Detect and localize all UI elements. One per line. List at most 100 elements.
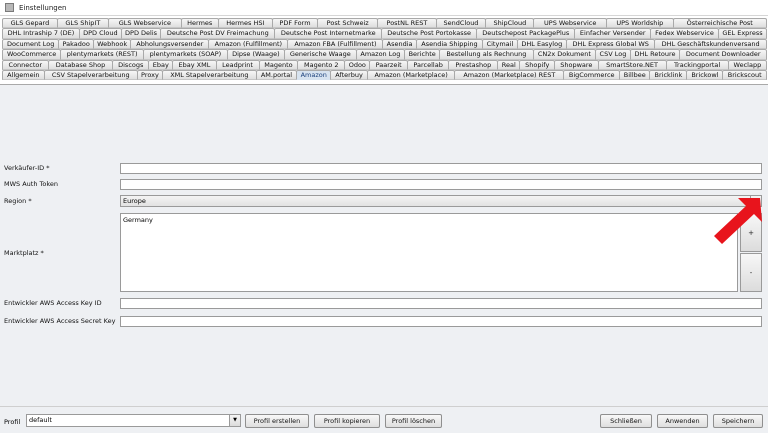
chevron-down-icon[interactable]: ▼ xyxy=(229,415,240,426)
tab-amazon-fba-fulfillment[interactable]: Amazon FBA (Fulfillment) xyxy=(287,38,384,50)
anwenden-button[interactable]: Anwenden xyxy=(657,414,708,428)
tab-einfacher-versender[interactable]: Einfacher Versender xyxy=(574,28,652,39)
tab-hermes-hsi[interactable]: Hermes HSI xyxy=(217,18,273,29)
tab-smartstore-net[interactable]: SmartStore.NET xyxy=(597,59,667,70)
tab-amazon[interactable]: Amazon xyxy=(296,69,332,81)
profil-loeschen-button[interactable]: Profil löschen xyxy=(385,414,442,428)
tab-post-schweiz[interactable]: Post Schweiz xyxy=(316,18,379,29)
tab-citymail[interactable]: Citymail xyxy=(482,38,518,50)
tab-brickscout[interactable]: Brickscout xyxy=(722,69,767,81)
tab-asendia-shipping[interactable]: Asendia Shipping xyxy=(415,38,484,50)
tab-odoo[interactable]: Odoo xyxy=(344,59,371,70)
tab-proxy[interactable]: Proxy xyxy=(136,69,164,81)
tab-xml-stapelverarbeitung[interactable]: XML Stapelverarbeitung xyxy=(162,69,257,81)
tab-deutschepost-packageplus[interactable]: Deutschepost PackagePlus xyxy=(476,28,576,39)
tab-allgemein[interactable]: Allgemein xyxy=(2,69,45,81)
tab-ebay[interactable]: Ebay xyxy=(148,59,174,70)
tab-pakadoo[interactable]: Pakadoo xyxy=(58,38,94,50)
tab-fedex-webservice[interactable]: Fedex Webservice xyxy=(650,28,719,39)
tab-deutsche-post-dv-freimachung[interactable]: Deutsche Post DV Freimachung xyxy=(160,28,276,39)
tab-ebay-xml[interactable]: Ebay XML xyxy=(172,59,217,70)
region-select[interactable]: Europe ▼ xyxy=(120,195,762,207)
tab-gls-gepard[interactable]: GLS Gepard xyxy=(2,18,58,29)
tab-amazon-log[interactable]: Amazon Log xyxy=(355,49,406,60)
tab-real[interactable]: Real xyxy=(497,59,521,70)
tab-deutsche-post-internetmarke[interactable]: Deutsche Post Internetmarke xyxy=(274,28,383,39)
verkaeufer-id-input[interactable] xyxy=(120,163,762,174)
aws-secret-key-input[interactable] xyxy=(120,316,762,327)
speichern-button[interactable]: Speichern xyxy=(713,414,763,428)
tab-parcellab[interactable]: Parcellab xyxy=(406,59,450,70)
tab-shipcloud[interactable]: ShipCloud xyxy=(485,18,535,29)
tab-plentymarkets-soap[interactable]: plentymarkets (SOAP) xyxy=(143,49,228,60)
tab-connector[interactable]: Connector xyxy=(2,59,49,70)
tab-discogs[interactable]: Discogs xyxy=(112,59,150,70)
tab-amazon-marketplace-rest[interactable]: Amazon (Marketplace) REST xyxy=(454,69,565,81)
tab-pdf-form[interactable]: PDF Form xyxy=(271,18,318,29)
tab-dhl-express-global-ws[interactable]: DHL Express Global WS xyxy=(566,38,656,50)
tab-bricklink[interactable]: Bricklink xyxy=(649,69,688,81)
tab-dhl-retoure[interactable]: DHL Retoure xyxy=(629,49,681,60)
tab-deutsche-post-portokasse[interactable]: Deutsche Post Portokasse xyxy=(381,28,478,39)
tab-dhl-easylog[interactable]: DHL Easylog xyxy=(516,38,568,50)
tab-dipse-waage[interactable]: Dipse (Waage) xyxy=(226,49,286,60)
tab-bestellung-als-rechnung[interactable]: Bestellung als Rechnung xyxy=(439,49,534,60)
tab-dpd-cloud[interactable]: DPD Cloud xyxy=(78,28,122,39)
tab-trackingportal[interactable]: Trackingportal xyxy=(665,59,729,70)
tab-billbee[interactable]: Billbee xyxy=(619,69,651,81)
tab-magento-2[interactable]: Magento 2 xyxy=(297,59,346,70)
tab-weclapp[interactable]: Weclapp xyxy=(727,59,767,70)
tab-gls-shipit[interactable]: GLS ShipIT xyxy=(56,18,109,29)
tab-magento[interactable]: Magento xyxy=(258,59,299,70)
tab-shopware[interactable]: Shopware xyxy=(554,59,599,70)
profil-kopieren-button[interactable]: Profil kopieren xyxy=(314,414,380,428)
tab-dpd-delis[interactable]: DPD Delis xyxy=(120,28,162,39)
tab-österreichische-post[interactable]: Österreichische Post xyxy=(672,18,767,29)
tab-brickowl[interactable]: Brickowl xyxy=(686,69,724,81)
mws-auth-token-input[interactable] xyxy=(120,179,762,190)
tab-row: DHL Intraship 7 (DE) DPD Cloud DPD Delis De… xyxy=(2,28,768,39)
tab-woocommerce[interactable]: WooCommerce xyxy=(2,49,62,60)
profil-erstellen-button[interactable]: Profil erstellen xyxy=(245,414,309,428)
tab-sendcloud[interactable]: SendCloud xyxy=(435,18,487,29)
remove-marktplatz-button[interactable]: - xyxy=(740,253,762,292)
tab-gls-webservice[interactable]: GLS Webservice xyxy=(107,18,182,29)
tab-dhl-intraship-7-de[interactable]: DHL Intraship 7 (DE) xyxy=(2,28,80,39)
tab-csv-log[interactable]: CSV Log xyxy=(595,49,631,60)
tab-ups-worldship[interactable]: UPS Worldship xyxy=(606,18,674,29)
tab-paarzeit[interactable]: Paarzeit xyxy=(369,59,408,70)
tab-dhl-geschäftskundenversand[interactable]: DHL Geschäftskundenversand xyxy=(654,38,767,50)
tab-ups-webservice[interactable]: UPS Webservice xyxy=(533,18,608,29)
tab-shopify[interactable]: Shopify xyxy=(519,59,556,70)
tab-row: Allgemein CSV Stapelverarbeitung Proxy XML … xyxy=(2,69,767,81)
tab-postnl-rest[interactable]: PostNL REST xyxy=(377,18,437,29)
tab-database-shop[interactable]: Database Shop xyxy=(47,59,114,70)
tab-leadprint[interactable]: Leadprint xyxy=(215,59,260,70)
tab-plentymarkets-rest[interactable]: plentymarkets (REST) xyxy=(60,49,145,60)
tab-document-log[interactable]: Document Log xyxy=(2,38,60,50)
tab-prestashop[interactable]: Prestashop xyxy=(448,59,499,70)
tab-hermes[interactable]: Hermes xyxy=(180,18,219,29)
tab-csv-stapelverarbeitung[interactable]: CSV Stapelverarbeitung xyxy=(43,69,138,81)
tab-berichte[interactable]: Berichte xyxy=(404,49,441,60)
settings-tabs: GLS Gepard GLS ShipIT GLS Webservice Hermes… xyxy=(2,18,768,81)
tab-abholungsversender[interactable]: Abholungsversender xyxy=(130,38,210,50)
tab-amazon-fulfillment[interactable]: Amazon (Fulfillment) xyxy=(208,38,289,50)
tab-afterbuy[interactable]: Afterbuy xyxy=(330,69,368,81)
tab-webhook[interactable]: Webhook xyxy=(92,38,132,50)
tab-generische-waage[interactable]: Generische Waage xyxy=(284,49,357,60)
tab-amazon-marketplace[interactable]: Amazon (Marketplace) xyxy=(366,69,456,81)
aws-access-key-input[interactable] xyxy=(120,298,762,309)
list-item[interactable]: Germany xyxy=(121,214,737,224)
marktplatz-list[interactable]: Germany xyxy=(120,213,738,292)
tab-document-downloader[interactable]: Document Downloader xyxy=(679,49,767,60)
tab-asendia[interactable]: Asendia xyxy=(382,38,417,50)
schliessen-button[interactable]: Schließen xyxy=(600,414,652,428)
tab-am-portal[interactable]: AM.portal xyxy=(255,69,298,81)
tab-cn2x-dokument[interactable]: CN2x Dokument xyxy=(532,49,597,60)
profil-label: Profil xyxy=(4,418,21,426)
tab-gel-express[interactable]: GEL Express xyxy=(717,28,768,39)
tab-bigcommerce[interactable]: BigCommerce xyxy=(563,69,621,81)
profil-select[interactable]: default ▼ xyxy=(26,414,241,427)
tab-row: Connector Database Shop Discogs Ebay Ebay XM… xyxy=(2,59,767,70)
